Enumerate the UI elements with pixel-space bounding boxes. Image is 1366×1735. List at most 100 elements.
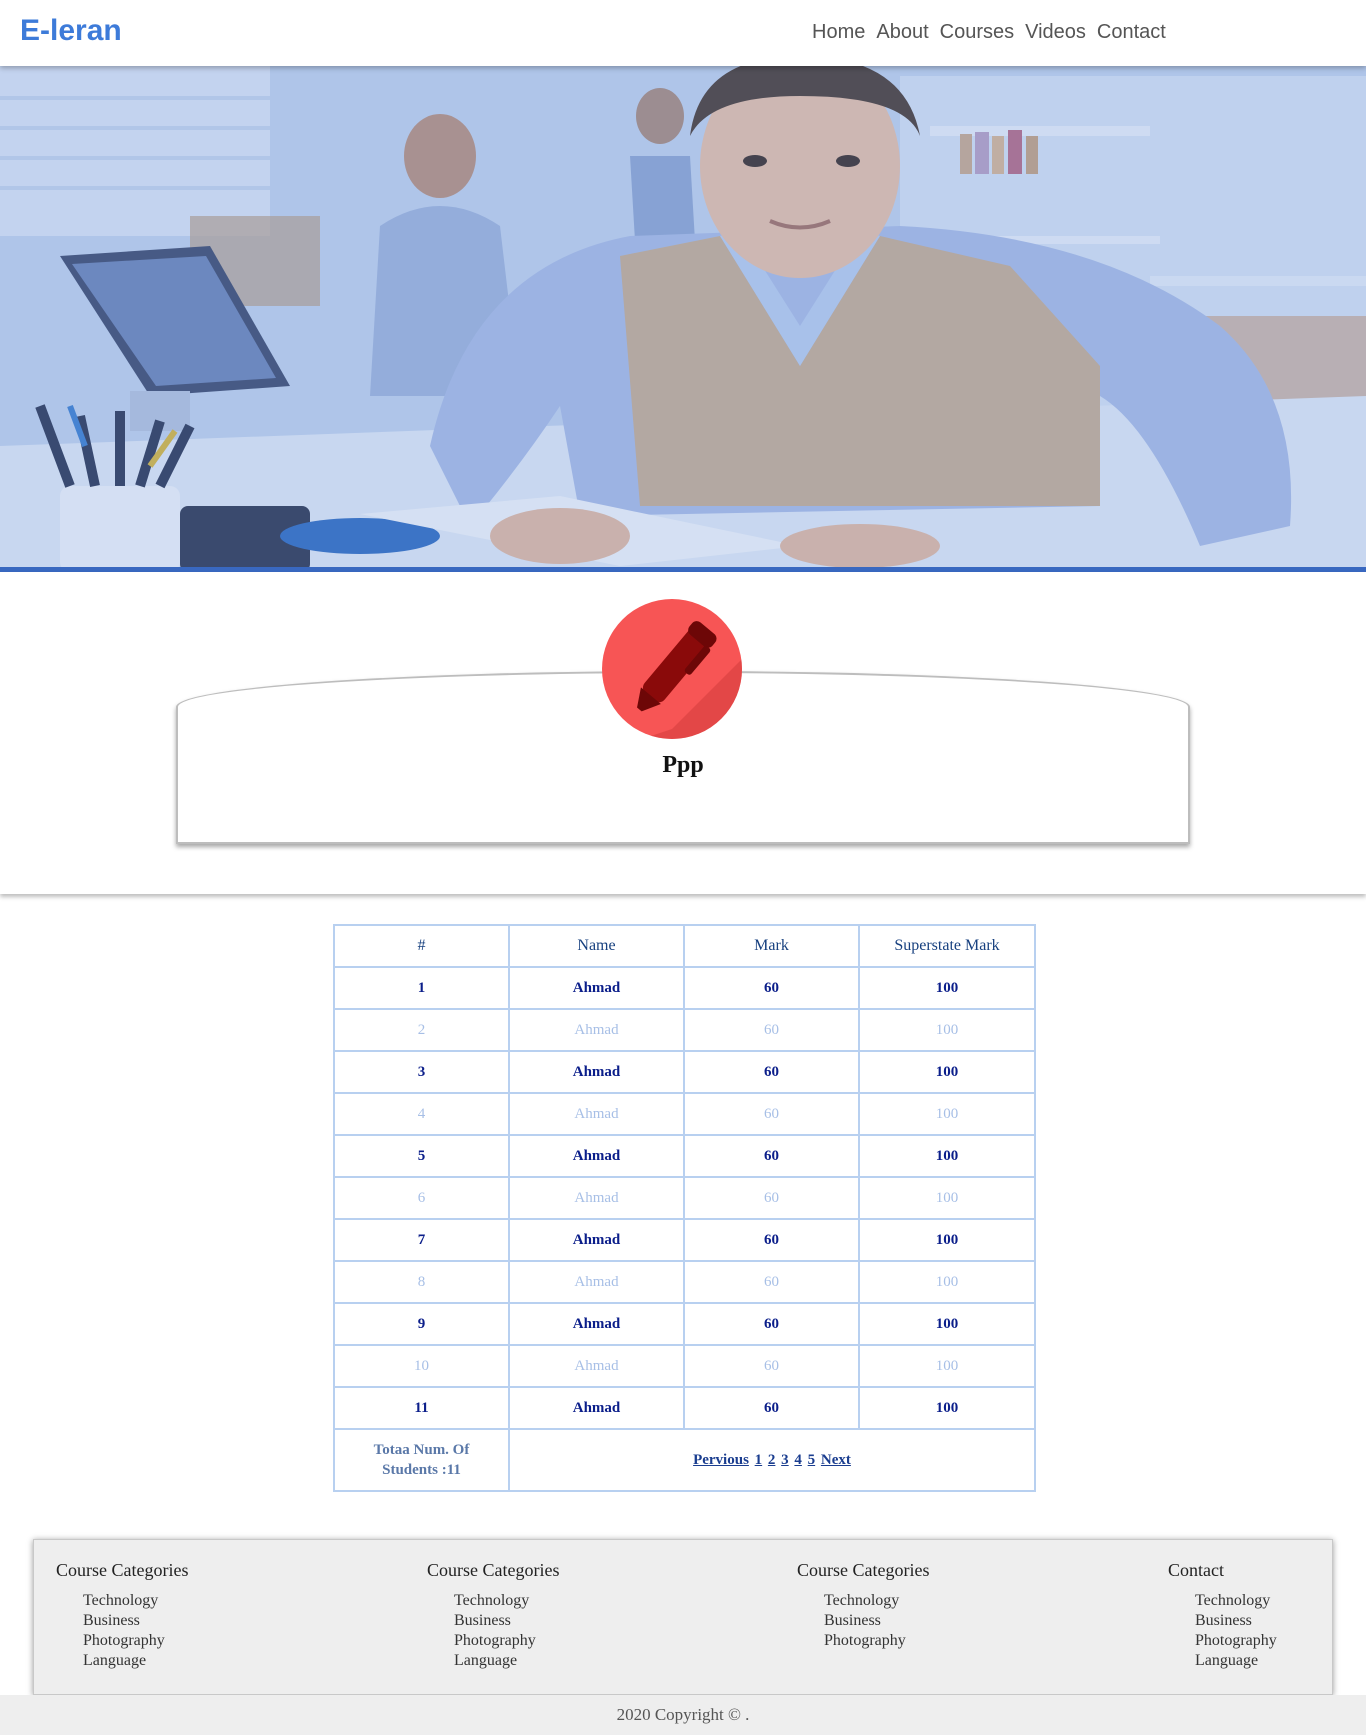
footer-link-technology[interactable]: Technology	[454, 1591, 559, 1611]
pagination: Pervious 1 2 3 4 5 Next	[508, 1428, 1036, 1492]
cell-number: 7	[333, 1218, 510, 1262]
pagination-page-3[interactable]: 3	[781, 1452, 789, 1468]
footer-link-business[interactable]: Business	[1195, 1611, 1277, 1631]
footer-link-photography[interactable]: Photography	[1195, 1631, 1277, 1651]
cell-mark: 60	[683, 1092, 860, 1136]
table-row: 6 Ahmad 60 100	[333, 1176, 1036, 1220]
marks-table: # Name Mark Superstate Mark 1 Ahmad 60 1…	[333, 924, 1036, 1492]
total-students-line1: Totaa Num. Of	[373, 1442, 470, 1458]
table-row: 10 Ahmad 60 100	[333, 1344, 1036, 1388]
header-superstate-mark: Superstate Mark	[858, 924, 1036, 968]
total-students: Totaa Num. Of Students :11	[333, 1428, 510, 1492]
pagination-page-1[interactable]: 1	[755, 1452, 763, 1468]
copyright: 2020 Copyright © .	[0, 1695, 1366, 1735]
cell-name: Ahmad	[508, 1386, 685, 1430]
nav-home-link[interactable]: Home	[812, 21, 865, 44]
table-row: 7 Ahmad 60 100	[333, 1218, 1036, 1262]
cell-name: Ahmad	[508, 1008, 685, 1052]
footer-column-4: Contact Technology Business Photography …	[1168, 1560, 1277, 1671]
cell-number: 4	[333, 1092, 510, 1136]
cell-mark: 60	[683, 1260, 860, 1304]
cell-name: Ahmad	[508, 1134, 685, 1178]
header-mark: Mark	[683, 924, 860, 968]
footer-link-photography[interactable]: Photography	[824, 1631, 929, 1651]
footer-column-title: Course Categories	[427, 1560, 560, 1580]
cell-superstate-mark: 100	[858, 1134, 1036, 1178]
cell-number: 3	[333, 1050, 510, 1094]
table-row: 11 Ahmad 60 100	[333, 1386, 1036, 1430]
cell-superstate-mark: 100	[858, 1386, 1036, 1430]
cell-superstate-mark: 100	[858, 1092, 1036, 1136]
course-title: Ppp	[662, 752, 704, 778]
footer-link-business[interactable]: Business	[454, 1611, 559, 1631]
pagination-page-4[interactable]: 4	[794, 1452, 802, 1468]
footer-column-title: Course Categories	[797, 1560, 930, 1580]
cell-number: 10	[333, 1344, 510, 1388]
pagination-page-2[interactable]: 2	[768, 1452, 776, 1468]
table-row: 2 Ahmad 60 100	[333, 1008, 1036, 1052]
table-row: 5 Ahmad 60 100	[333, 1134, 1036, 1178]
footer-link-language[interactable]: Language	[83, 1651, 188, 1671]
footer-link-technology[interactable]: Technology	[824, 1591, 929, 1611]
nav-courses-link[interactable]: Courses	[940, 21, 1014, 44]
footer-link-language[interactable]: Language	[454, 1651, 559, 1671]
pagination-previous-link[interactable]: Pervious	[693, 1452, 749, 1468]
cell-superstate-mark: 100	[858, 1302, 1036, 1346]
footer-link-technology[interactable]: Technology	[83, 1591, 188, 1611]
footer-column-title: Course Categories	[56, 1560, 189, 1580]
pen-icon	[602, 599, 742, 739]
cell-superstate-mark: 100	[858, 1176, 1036, 1220]
cell-name: Ahmad	[508, 966, 685, 1010]
cell-superstate-mark: 100	[858, 1008, 1036, 1052]
cell-name: Ahmad	[508, 1176, 685, 1220]
cell-name: Ahmad	[508, 1344, 685, 1388]
table-row: 3 Ahmad 60 100	[333, 1050, 1036, 1094]
header-number: #	[333, 924, 510, 968]
table-row: 8 Ahmad 60 100	[333, 1260, 1036, 1304]
footer-link-technology[interactable]: Technology	[1195, 1591, 1277, 1611]
cell-mark: 60	[683, 1302, 860, 1346]
footer-column-2: Course Categories Technology Business Ph…	[427, 1560, 559, 1671]
nav-videos-link[interactable]: Videos	[1025, 21, 1086, 44]
hero-image	[0, 66, 1366, 572]
footer-link-language[interactable]: Language	[1195, 1651, 1277, 1671]
footer-link-business[interactable]: Business	[824, 1611, 929, 1631]
cell-number: 9	[333, 1302, 510, 1346]
footer-column-title: Contact	[1168, 1560, 1224, 1580]
nav-about-link[interactable]: About	[876, 21, 928, 44]
cell-mark: 60	[683, 1344, 860, 1388]
table-row: 9 Ahmad 60 100	[333, 1302, 1036, 1346]
footer-link-photography[interactable]: Photography	[454, 1631, 559, 1651]
cell-number: 6	[333, 1176, 510, 1220]
cell-name: Ahmad	[508, 1092, 685, 1136]
cell-superstate-mark: 100	[858, 1260, 1036, 1304]
footer-link-photography[interactable]: Photography	[83, 1631, 188, 1651]
cell-superstate-mark: 100	[858, 1218, 1036, 1262]
nav-contact-link[interactable]: Contact	[1097, 21, 1166, 44]
total-students-line2: Students :11	[382, 1462, 461, 1478]
table-summary-row: Totaa Num. Of Students :11 Pervious 1 2 …	[333, 1428, 1036, 1492]
course-section: Ppp	[0, 572, 1366, 894]
cell-name: Ahmad	[508, 1302, 685, 1346]
cell-superstate-mark: 100	[858, 966, 1036, 1010]
cell-number: 11	[333, 1386, 510, 1430]
navbar: E-leran Home About Courses Videos Contac…	[0, 0, 1366, 66]
cell-superstate-mark: 100	[858, 1050, 1036, 1094]
hero-photo-illustration	[0, 66, 1366, 572]
cell-mark: 60	[683, 966, 860, 1010]
footer-column-3: Course Categories Technology Business Ph…	[797, 1560, 929, 1651]
footer-column-1: Course Categories Technology Business Ph…	[56, 1560, 188, 1671]
table-row: 1 Ahmad 60 100	[333, 966, 1036, 1010]
pagination-page-5[interactable]: 5	[808, 1452, 816, 1468]
header-name: Name	[508, 924, 685, 968]
cell-mark: 60	[683, 1134, 860, 1178]
table-header-row: # Name Mark Superstate Mark	[333, 924, 1036, 968]
brand-logo[interactable]: E-leran	[20, 14, 122, 48]
cell-mark: 60	[683, 1386, 860, 1430]
cell-name: Ahmad	[508, 1218, 685, 1262]
pagination-next-link[interactable]: Next	[821, 1452, 851, 1468]
cell-name: Ahmad	[508, 1050, 685, 1094]
footer-link-business[interactable]: Business	[83, 1611, 188, 1631]
nav-links: Home About Courses Videos Contact	[812, 21, 1166, 44]
footer: Course Categories Technology Business Ph…	[33, 1539, 1333, 1695]
